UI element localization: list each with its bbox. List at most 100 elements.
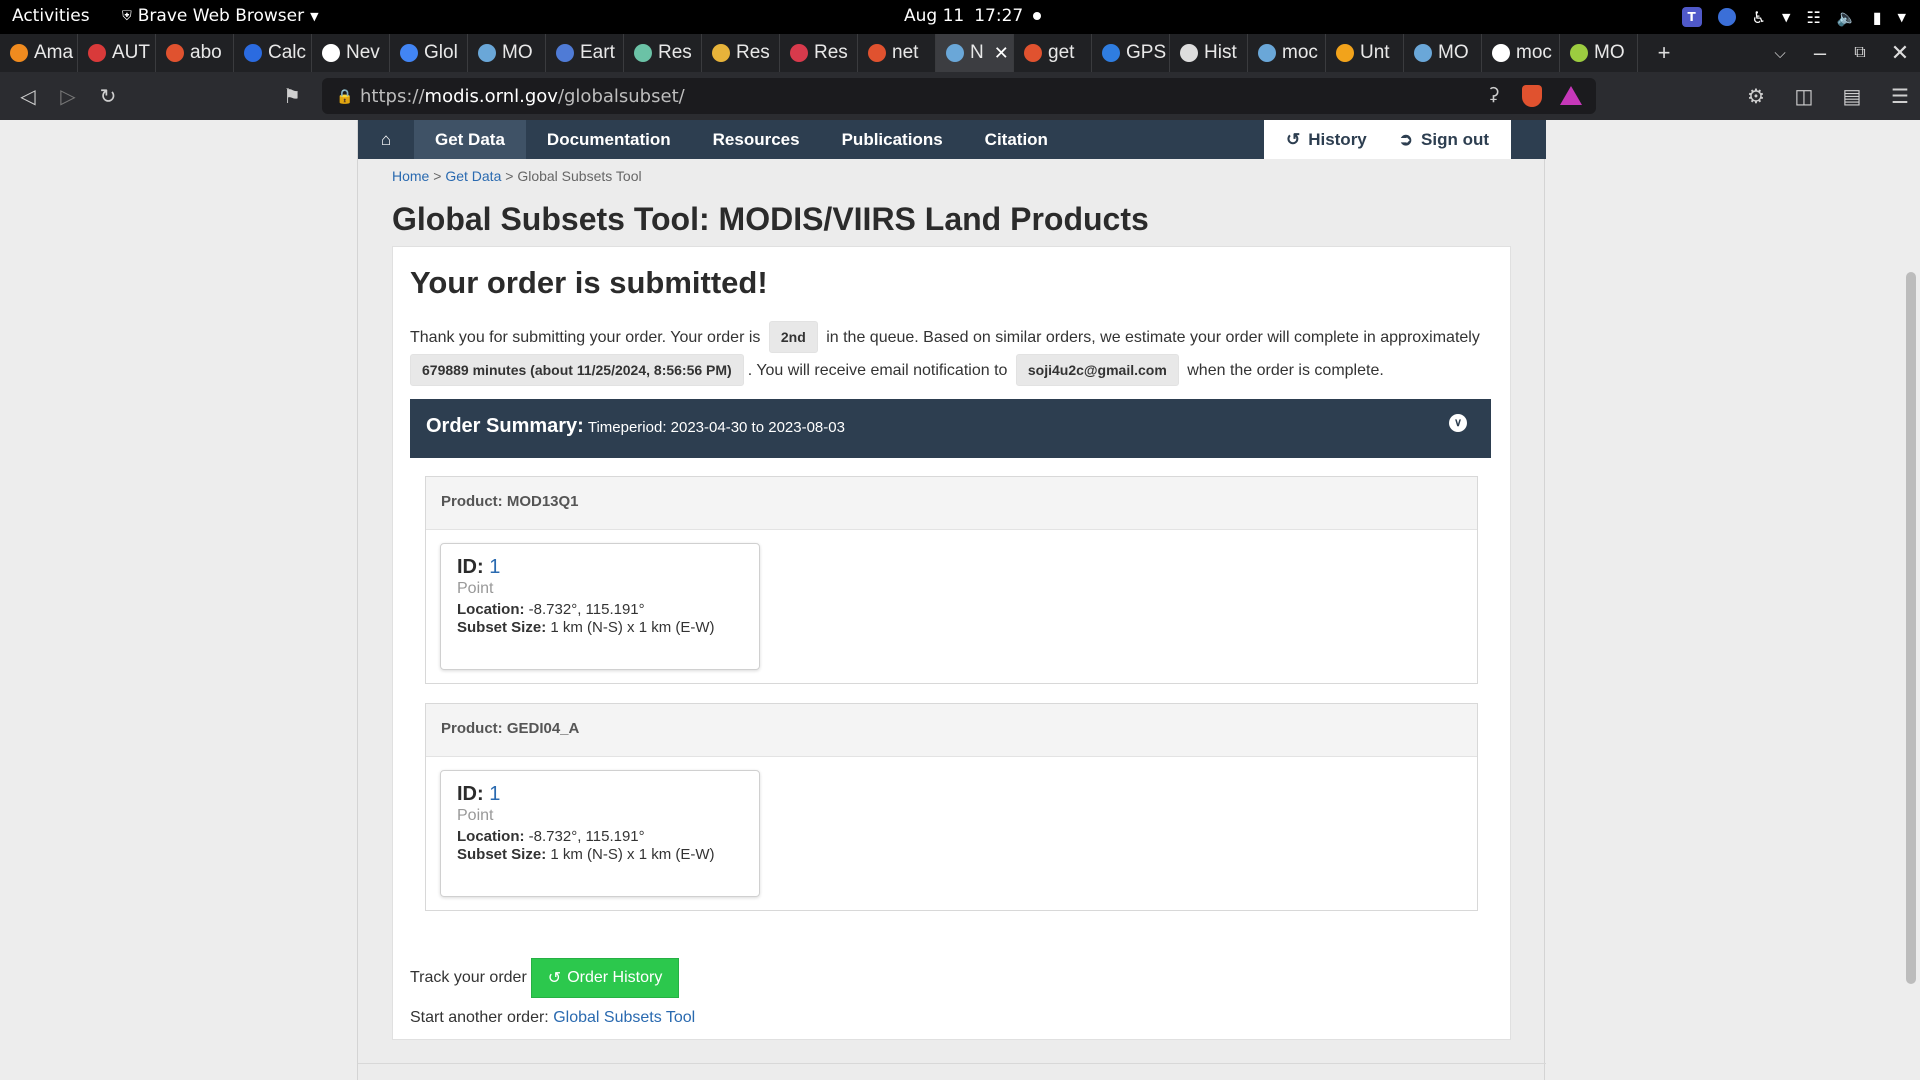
app-menu[interactable]: ⛨ Brave Web Browser ▼	[122, 6, 319, 26]
breadcrumb-separator: >	[433, 168, 442, 184]
scrollbar-thumb[interactable]	[1906, 272, 1916, 984]
order-history-button[interactable]: ↺ Order History	[530, 958, 680, 998]
browser-tab[interactable]: abo	[156, 34, 234, 72]
browser-tab[interactable]: Res	[624, 34, 702, 72]
minimize-button[interactable]: –	[1800, 34, 1840, 72]
sign-out-link[interactable]: ➲ Sign out	[1399, 130, 1489, 150]
breadcrumb-current: Global Subsets Tool	[517, 168, 642, 184]
start-another-order: Start another order: Global Subsets Tool	[410, 1009, 695, 1027]
lock-icon[interactable]: 🔒	[330, 88, 360, 105]
browser-toolbar: ◁ ▷ ↻ ⚑ 🔒 https://modis.ornl.gov/globals…	[0, 72, 1920, 120]
volume-icon[interactable]: 🔈	[1837, 8, 1857, 27]
history-link[interactable]: ↺ History	[1286, 130, 1367, 150]
tab-label: moc	[1282, 42, 1318, 63]
subset-id-link[interactable]: 1	[489, 783, 500, 805]
nav-get-data[interactable]: Get Data	[414, 120, 526, 159]
browser-tab[interactable]: moc	[1248, 34, 1326, 72]
earth-engine-icon	[556, 44, 574, 62]
sign-out-label: Sign out	[1421, 129, 1489, 149]
network-icon[interactable]: ☷	[1806, 8, 1820, 27]
subset-id-link[interactable]: 1	[489, 556, 500, 578]
tab-label: N	[970, 42, 984, 63]
forward-button[interactable]: ▷	[48, 76, 88, 116]
reload-button[interactable]: ↻	[88, 76, 128, 116]
browser-tab[interactable]: MO	[1404, 34, 1482, 72]
teams-icon[interactable]: T	[1681, 7, 1702, 27]
tab-label: Calc	[268, 42, 307, 63]
browser-tab[interactable]: Unt	[1326, 34, 1404, 72]
system-tray[interactable]: T ♿ ▼ ☷ 🔈 ▮ ▼	[1681, 7, 1906, 27]
share-icon[interactable]: ⚳	[1487, 84, 1500, 105]
subset-card: ID: 1 Point Location: -8.732°, 115.191° …	[440, 543, 760, 670]
tab-label: Eart	[580, 42, 615, 63]
tab-label: net	[892, 42, 919, 63]
estimate-badge: 679889 minutes (about 11/25/2024, 8:56:5…	[410, 354, 744, 386]
page-container: ⌂ Get Data Documentation Resources Publi…	[357, 120, 1546, 1080]
restore-button[interactable]: ⧉	[1840, 34, 1880, 72]
menu-icon[interactable]: ☰	[1880, 76, 1920, 116]
nav-resources[interactable]: Resources	[692, 120, 821, 159]
clock[interactable]: Aug 11 17:27	[904, 6, 1042, 26]
close-tab-icon[interactable]: ✕	[994, 43, 1009, 64]
browser-tab[interactable]: Ama	[0, 34, 78, 72]
extensions-icon[interactable]: ⚙	[1736, 76, 1776, 116]
home-icon[interactable]: ⌂	[358, 120, 414, 159]
browser-tab[interactable]: Nev	[312, 34, 390, 72]
tab-label: MO	[1594, 42, 1625, 63]
nav-documentation[interactable]: Documentation	[526, 120, 692, 159]
accessibility-icon[interactable]: ♿	[1752, 8, 1766, 27]
tab-label: Glol	[424, 42, 458, 63]
subset-location: Location: -8.732°, 115.191°	[457, 828, 645, 845]
browser-tab[interactable]: GPS	[1092, 34, 1170, 72]
browser-tab[interactable]: Hist	[1170, 34, 1248, 72]
browser-tab[interactable]: Eart	[546, 34, 624, 72]
browser-tab[interactable]: MO	[468, 34, 546, 72]
main-nav: ⌂ Get Data Documentation Resources Publi…	[358, 120, 1546, 159]
bookmark-icon[interactable]: ⚑	[272, 76, 312, 116]
browser-tab[interactable]: net	[858, 34, 936, 72]
browser-tab[interactable]: get	[1014, 34, 1092, 72]
caret-down-icon: ▼	[1897, 10, 1906, 24]
history-icon: ↺	[1285, 129, 1301, 149]
amazon-icon	[10, 44, 28, 62]
browser-tab[interactable]: AUT	[78, 34, 156, 72]
earth-icon	[946, 44, 964, 62]
footer-divider	[358, 1063, 1546, 1064]
sidebar-icon[interactable]: ◫	[1784, 76, 1824, 116]
browser-tab[interactable]: MO	[1560, 34, 1638, 72]
battery-icon[interactable]: ▮	[1873, 8, 1882, 27]
brave-shields-icon[interactable]	[1522, 85, 1542, 107]
nav-citation[interactable]: Citation	[964, 120, 1069, 159]
browser-tab[interactable]: N ✕	[936, 34, 1014, 72]
tray-app-icon[interactable]	[1717, 8, 1736, 26]
brave-app-icon: ⛨	[122, 8, 132, 24]
chevron-down-icon[interactable]: ∨	[1449, 414, 1467, 432]
browser-tab[interactable]: Res	[780, 34, 858, 72]
brave-rewards-icon[interactable]	[1560, 86, 1582, 105]
breadcrumb-get-data[interactable]: Get Data	[445, 168, 501, 184]
browser-tab[interactable]: Res	[702, 34, 780, 72]
nav-publications[interactable]: Publications	[821, 120, 964, 159]
browser-tab[interactable]: Calc	[234, 34, 312, 72]
bookmark-red-icon	[88, 44, 106, 62]
browser-tab[interactable]: Glol	[390, 34, 468, 72]
product-header: Product: MOD13Q1	[426, 477, 1477, 530]
address-bar[interactable]: 🔒 https://modis.ornl.gov/globalsubset/ ⚳	[322, 78, 1596, 114]
tab-label: Res	[658, 42, 692, 63]
tab-label: moc	[1516, 42, 1552, 63]
order-text-2: in the queue. Based on similar orders, w…	[826, 329, 1480, 346]
wallet-icon[interactable]: ▤	[1832, 76, 1872, 116]
url-text[interactable]: https://modis.ornl.gov/globalsubset/	[360, 86, 685, 107]
tab-label: Hist	[1204, 42, 1237, 63]
colab-icon	[1336, 44, 1354, 62]
page-scrollbar[interactable]	[1904, 120, 1920, 1080]
close-window-button[interactable]: ✕	[1880, 34, 1920, 72]
breadcrumb-home[interactable]: Home	[392, 168, 429, 184]
global-subsets-tool-link[interactable]: Global Subsets Tool	[553, 1009, 695, 1026]
new-tab-button[interactable]: +	[1644, 34, 1684, 72]
activities-button[interactable]: Activities	[12, 6, 90, 26]
back-button[interactable]: ◁	[8, 76, 48, 116]
tab-search-chevron-icon[interactable]: ⌵	[1760, 34, 1800, 72]
order-summary-bar[interactable]: Order Summary: Timeperiod: 2023-04-30 to …	[410, 399, 1491, 458]
browser-tab[interactable]: moc	[1482, 34, 1560, 72]
